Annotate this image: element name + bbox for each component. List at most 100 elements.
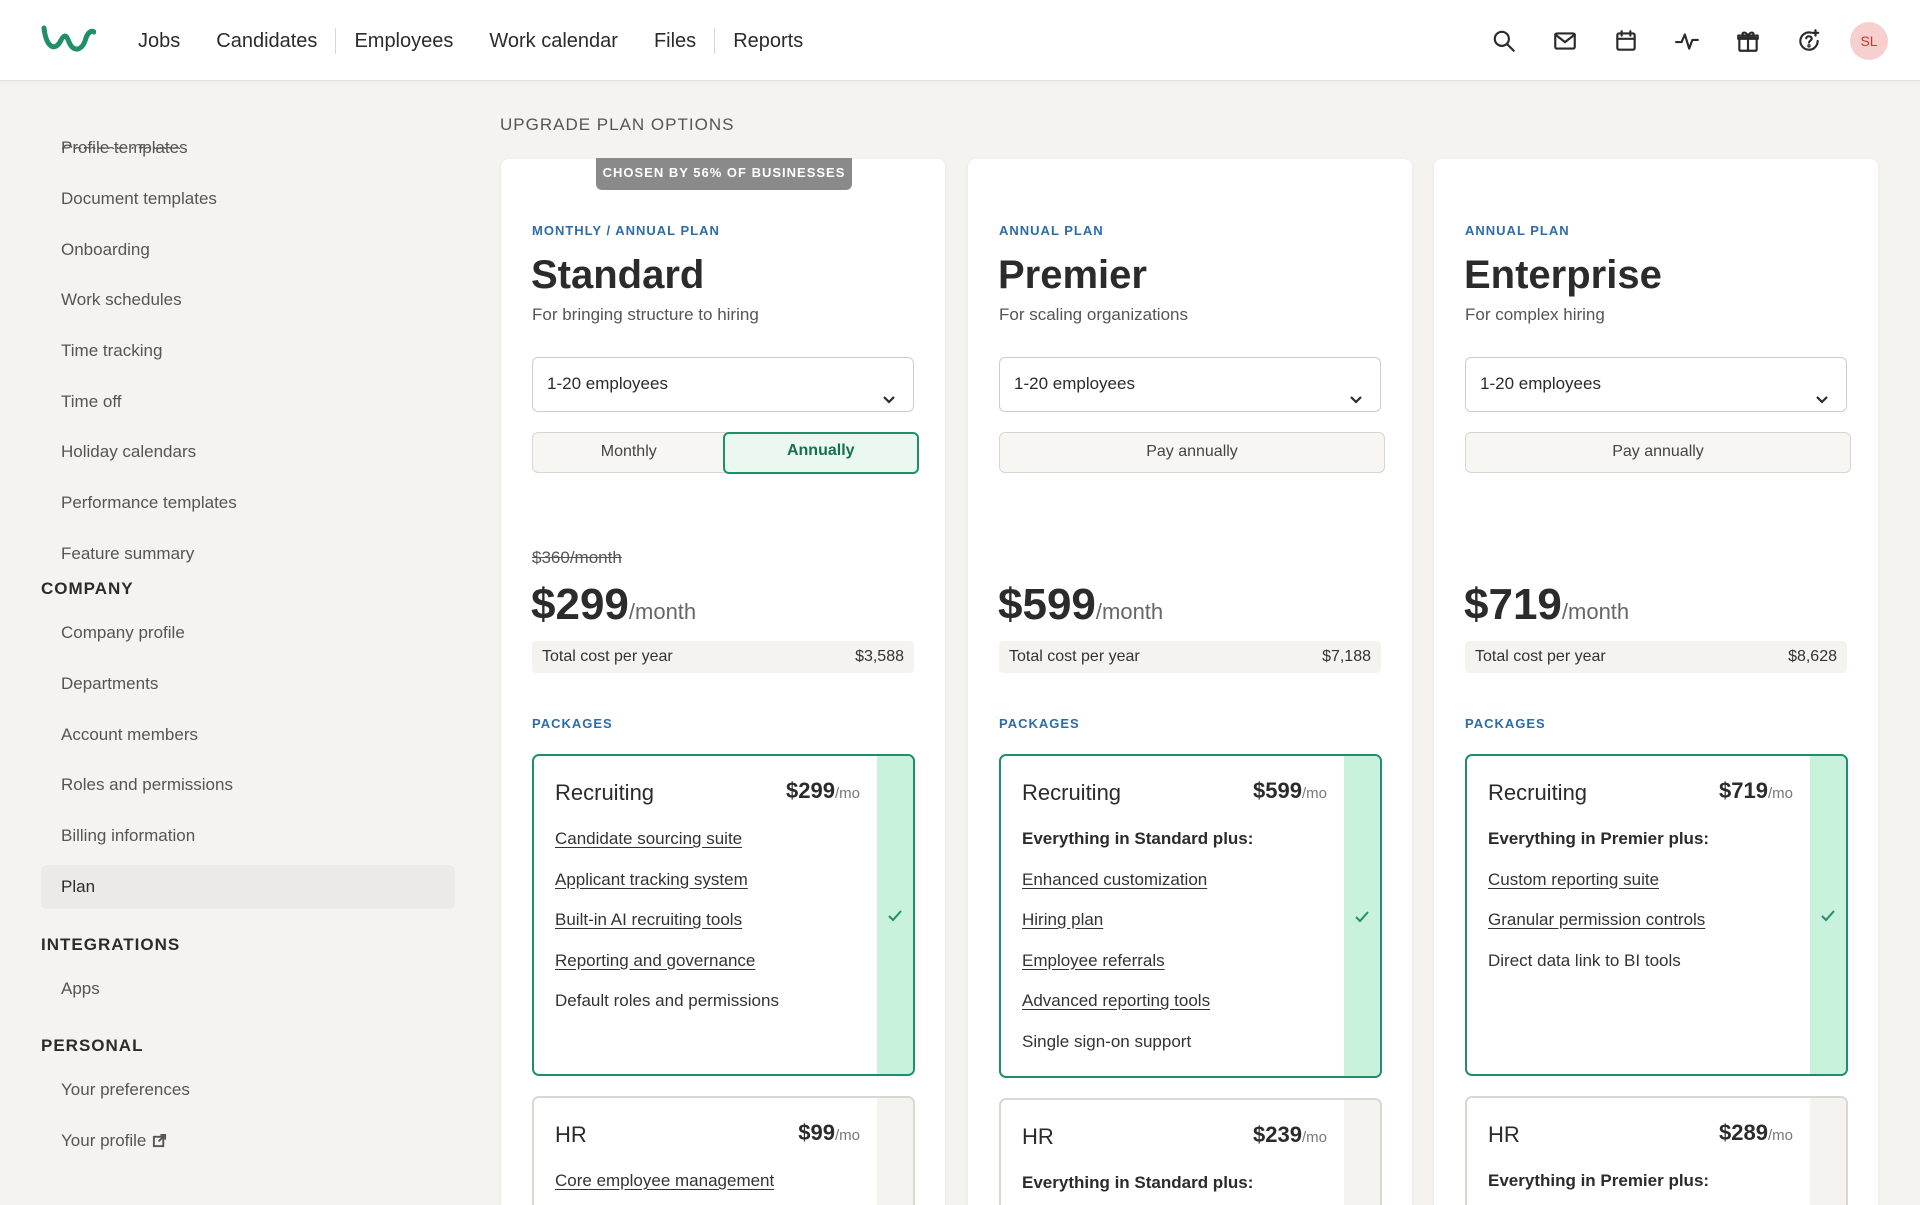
sidebar-item-time-tracking[interactable]: Time tracking [41, 329, 455, 373]
packages-label: PACKAGES [532, 716, 613, 731]
employee-count-select[interactable]: 1-20 employees [532, 357, 914, 412]
package-recruiting[interactable]: Recruiting $719/mo Everything in Premier… [1465, 754, 1848, 1076]
feature-link[interactable]: Candidate sourcing suite [555, 828, 875, 869]
checkmark-icon [1819, 907, 1837, 925]
package-features: Everything in Premier plus: Custom repor… [1488, 828, 1808, 990]
nav-files[interactable]: Files [636, 27, 714, 55]
feature-link[interactable]: Employee referrals [1022, 950, 1342, 991]
package-features: Candidate sourcing suite Applicant track… [555, 828, 875, 1031]
package-price-period: /mo [834, 785, 860, 802]
sidebar-item-document-templates[interactable]: Document templates [41, 177, 455, 221]
plan-name: Enterprise [1464, 253, 1662, 297]
package-title: Recruiting [1488, 780, 1588, 805]
employee-count-select[interactable]: 1-20 employees [1465, 357, 1847, 412]
sidebar-item-holiday-calendars[interactable]: Holiday calendars [41, 430, 455, 474]
package-price-amount: $719 [1719, 778, 1768, 803]
total-cost-value: $8,628 [1788, 648, 1837, 665]
nav-employees[interactable]: Employees [336, 27, 471, 55]
package-price-amount: $299 [786, 778, 835, 803]
plan-price: $719/month [1464, 580, 1629, 630]
package-title: HR [1022, 1124, 1054, 1149]
plan-price: $599/month [998, 580, 1163, 630]
mail-icon[interactable] [1551, 27, 1579, 55]
nav-reports[interactable]: Reports [715, 27, 821, 55]
plan-name: Standard [531, 253, 705, 297]
nav-candidates[interactable]: Candidates [198, 27, 335, 55]
sidebar-item-apps[interactable]: Apps [41, 967, 455, 1011]
feature-link[interactable]: Granular permission controls [1488, 909, 1808, 950]
price-amount: $599 [998, 580, 1096, 629]
pay-annually-button[interactable]: Pay annually [1465, 432, 1851, 473]
checkmark-icon [886, 907, 904, 925]
package-price-amount: $599 [1253, 778, 1302, 803]
package-recruiting[interactable]: Recruiting $599/mo Everything in Standar… [999, 754, 1382, 1078]
sidebar-item-label: Your profile [61, 1131, 147, 1150]
activity-icon[interactable] [1673, 27, 1701, 55]
package-price-period: /mo [1767, 1127, 1793, 1144]
checkmark-icon [1353, 908, 1371, 926]
sidebar-item-your-preferences[interactable]: Your preferences [41, 1068, 455, 1112]
sidebar-item-your-profile[interactable]: Your profile [41, 1119, 455, 1163]
feature-text: Direct data link to BI tools [1488, 950, 1681, 970]
employee-count-select[interactable]: 1-20 employees [999, 357, 1381, 412]
package-title: Recruiting [1022, 780, 1122, 805]
search-icon[interactable] [1490, 27, 1518, 55]
feature-link[interactable]: Advanced reporting tools [1022, 990, 1342, 1031]
sidebar-item-plan[interactable]: Plan [41, 865, 455, 909]
feature-link[interactable]: Built-in AI recruiting tools [555, 909, 875, 950]
total-cost-row: Total cost per year $3,588 [532, 641, 914, 673]
plan-description: For complex hiring [1465, 305, 1605, 324]
package-price-amount: $99 [798, 1120, 835, 1145]
plan-card-standard: CHOSEN BY 56% OF BUSINESSES MONTHLY / AN… [501, 158, 945, 1205]
toggle-monthly[interactable]: Monthly [533, 433, 725, 472]
package-title: Recruiting [555, 780, 655, 805]
workable-logo[interactable] [40, 22, 97, 56]
sidebar-item-roles-permissions[interactable]: Roles and permissions [41, 763, 455, 807]
sidebar-item-company-profile[interactable]: Company profile [41, 611, 455, 655]
package-price-period: /mo [834, 1127, 860, 1144]
package-hr[interactable]: HR $239/mo Everything in Standard plus: [999, 1098, 1382, 1205]
package-features: Everything in Premier plus: [1488, 1170, 1808, 1205]
packages-label: PACKAGES [1465, 716, 1546, 731]
sidebar-item-billing-information[interactable]: Billing information [41, 814, 455, 858]
sidebar-item-account-members[interactable]: Account members [41, 713, 455, 757]
feature-link[interactable]: Reporting and governance [555, 950, 875, 991]
package-recruiting[interactable]: Recruiting $299/mo Candidate sourcing su… [532, 754, 915, 1076]
nav-jobs[interactable]: Jobs [120, 27, 198, 55]
calendar-icon[interactable] [1612, 27, 1640, 55]
sidebar-item-onboarding[interactable]: Onboarding [41, 228, 455, 272]
gift-icon[interactable] [1734, 27, 1762, 55]
package-price-amount: $239 [1253, 1122, 1302, 1147]
sidebar-item-departments[interactable]: Departments [41, 662, 455, 706]
chevron-down-icon [1348, 376, 1364, 404]
pay-annually-button[interactable]: Pay annually [999, 432, 1385, 473]
feature-link[interactable]: Applicant tracking system [555, 869, 875, 910]
user-avatar[interactable]: SL [1850, 21, 1888, 60]
toggle-annually[interactable]: Annually [723, 431, 919, 474]
select-value: 1-20 employees [1014, 374, 1135, 393]
feature-link[interactable]: Core employee management [555, 1170, 875, 1205]
feature-link[interactable]: Hiring plan [1022, 909, 1342, 950]
package-title: HR [1488, 1122, 1520, 1147]
sidebar-item-work-schedules[interactable]: Work schedules [41, 278, 455, 322]
page-heading: UPGRADE PLAN OPTIONS [500, 115, 735, 134]
price-period: /month [628, 599, 697, 624]
sidebar-item-time-off[interactable]: Time off [41, 380, 455, 424]
package-price: $289/mo [1719, 1120, 1793, 1146]
package-price: $99/mo [798, 1120, 860, 1146]
sidebar-item-profile-templates[interactable]: Profile templates [41, 126, 455, 170]
selection-rail [877, 1098, 913, 1205]
sidebar-item-feature-summary[interactable]: Feature summary [41, 532, 455, 576]
plan-kind-label: ANNUAL PLAN [999, 223, 1104, 238]
feature-link[interactable]: Custom reporting suite [1488, 869, 1808, 910]
package-price-period: /mo [1301, 785, 1327, 802]
feature-link[interactable]: Enhanced customization [1022, 869, 1342, 910]
price-period: /month [1095, 599, 1164, 624]
settings-sidebar: Company forms Profile templates Document… [0, 81, 470, 1205]
help-icon[interactable] [1795, 27, 1823, 55]
sidebar-item-performance-templates[interactable]: Performance templates [41, 481, 455, 525]
sidebar-section-company: COMPANY [41, 579, 134, 598]
nav-work-calendar[interactable]: Work calendar [471, 27, 636, 55]
package-hr[interactable]: HR $289/mo Everything in Premier plus: [1465, 1096, 1848, 1205]
package-hr[interactable]: HR $99/mo Core employee management [532, 1096, 915, 1205]
